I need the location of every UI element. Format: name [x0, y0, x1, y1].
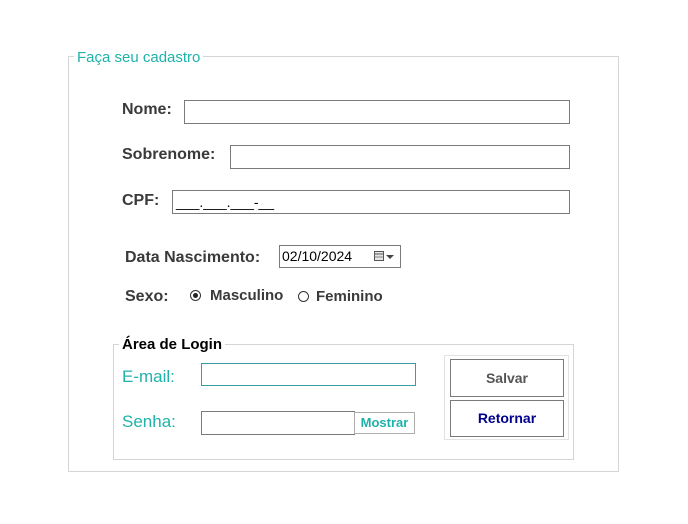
radio-feminino[interactable] — [298, 291, 309, 302]
calendar-icon[interactable] — [374, 251, 384, 261]
registration-title: Faça seu cadastro — [74, 49, 204, 66]
cpf-label: CPF: — [122, 192, 160, 209]
senha-input[interactable] — [201, 411, 355, 435]
sobrenome-input[interactable] — [230, 145, 570, 169]
retornar-button[interactable]: Retornar — [450, 400, 564, 437]
email-label: E-mail: — [122, 367, 175, 386]
senha-label: Senha: — [122, 412, 176, 431]
radio-masculino[interactable] — [190, 290, 201, 301]
login-title: Área de Login — [119, 336, 226, 353]
radio-feminino-label[interactable]: Feminino — [316, 288, 383, 305]
data-nascimento-value: 02/10/2024 — [282, 248, 353, 264]
radio-masculino-label[interactable]: Masculino — [210, 287, 283, 304]
nome-input[interactable] — [184, 100, 570, 124]
salvar-button[interactable]: Salvar — [450, 359, 564, 397]
email-input[interactable] — [201, 363, 416, 386]
cpf-masked-input[interactable]: ___.___.___-__ — [172, 190, 570, 214]
nome-label: Nome: — [122, 101, 172, 118]
data-nascimento-picker[interactable]: 02/10/2024 — [279, 245, 401, 268]
chevron-down-icon[interactable] — [386, 255, 394, 259]
sexo-label: Sexo: — [125, 288, 169, 305]
sobrenome-label: Sobrenome: — [122, 146, 216, 163]
data-nascimento-label: Data Nascimento: — [125, 249, 261, 266]
mostrar-button[interactable]: Mostrar — [354, 412, 415, 434]
